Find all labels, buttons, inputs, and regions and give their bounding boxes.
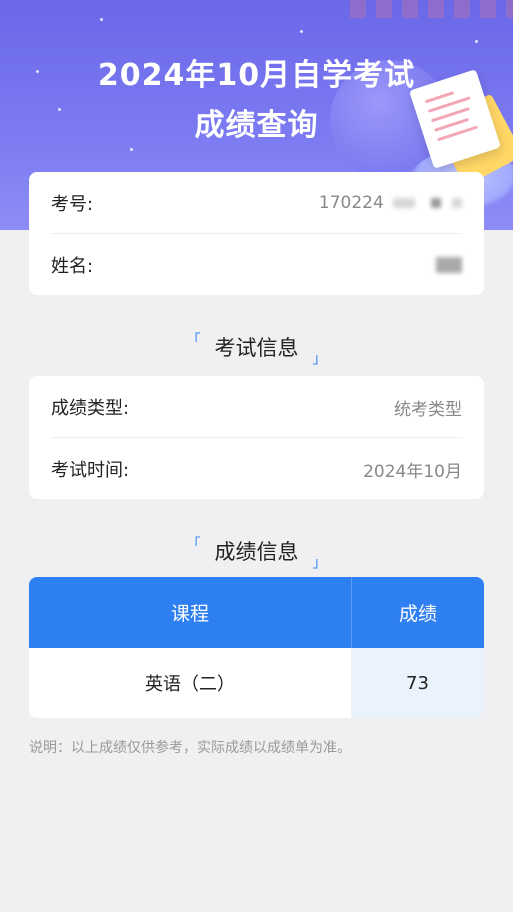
table-header: 课程 成绩: [29, 577, 484, 648]
score-table: 课程 成绩 英语（二） 73: [29, 577, 484, 718]
masked-digits: [452, 198, 462, 208]
column-header-score: 成绩: [351, 577, 484, 648]
score-cell: 73: [351, 648, 484, 718]
exam-number-row: 考号: 170224: [51, 172, 462, 234]
masked-digits: [430, 198, 441, 208]
bracket-corner-icon: 」: [312, 555, 327, 571]
page-title-line1: 2024年10月自学考试: [97, 58, 416, 93]
name-label: 姓名:: [51, 256, 94, 277]
score-type-value: 统考类型: [394, 399, 462, 420]
exam-number-label: 考号:: [51, 194, 94, 215]
exam-info-heading: 「考试信息」: [0, 330, 513, 368]
exam-time-row: 考试时间: 2024年10月: [51, 438, 462, 500]
name-row: 姓名:: [51, 234, 462, 296]
exam-number-value: 170224: [319, 193, 462, 213]
column-header-course: 课程: [170, 603, 209, 625]
bracket-corner-icon: 「: [186, 333, 201, 349]
disclaimer-note: 说明：以上成绩仅供参考，实际成绩以成绩单为准。: [29, 740, 351, 756]
score-info-heading: 「成绩信息」: [0, 534, 513, 572]
page-title-line2: 成绩查询: [194, 108, 319, 143]
bracket-corner-icon: 」: [312, 351, 327, 367]
course-cell: 英语（二）: [145, 674, 235, 695]
exam-time-value: 2024年10月: [363, 461, 462, 482]
score-type-label: 成绩类型:: [51, 398, 130, 419]
masked-name: [436, 257, 462, 273]
exam-time-label: 考试时间:: [51, 460, 130, 481]
exam-info-card: 成绩类型: 统考类型 考试时间: 2024年10月: [29, 376, 484, 499]
masked-digits: [393, 198, 416, 208]
candidate-card: 考号: 170224 姓名:: [29, 172, 484, 295]
top-decoration: [350, 0, 513, 18]
score-type-row: 成绩类型: 统考类型: [51, 376, 462, 438]
table-row: 英语（二） 73: [29, 648, 484, 718]
bracket-corner-icon: 「: [186, 537, 201, 553]
